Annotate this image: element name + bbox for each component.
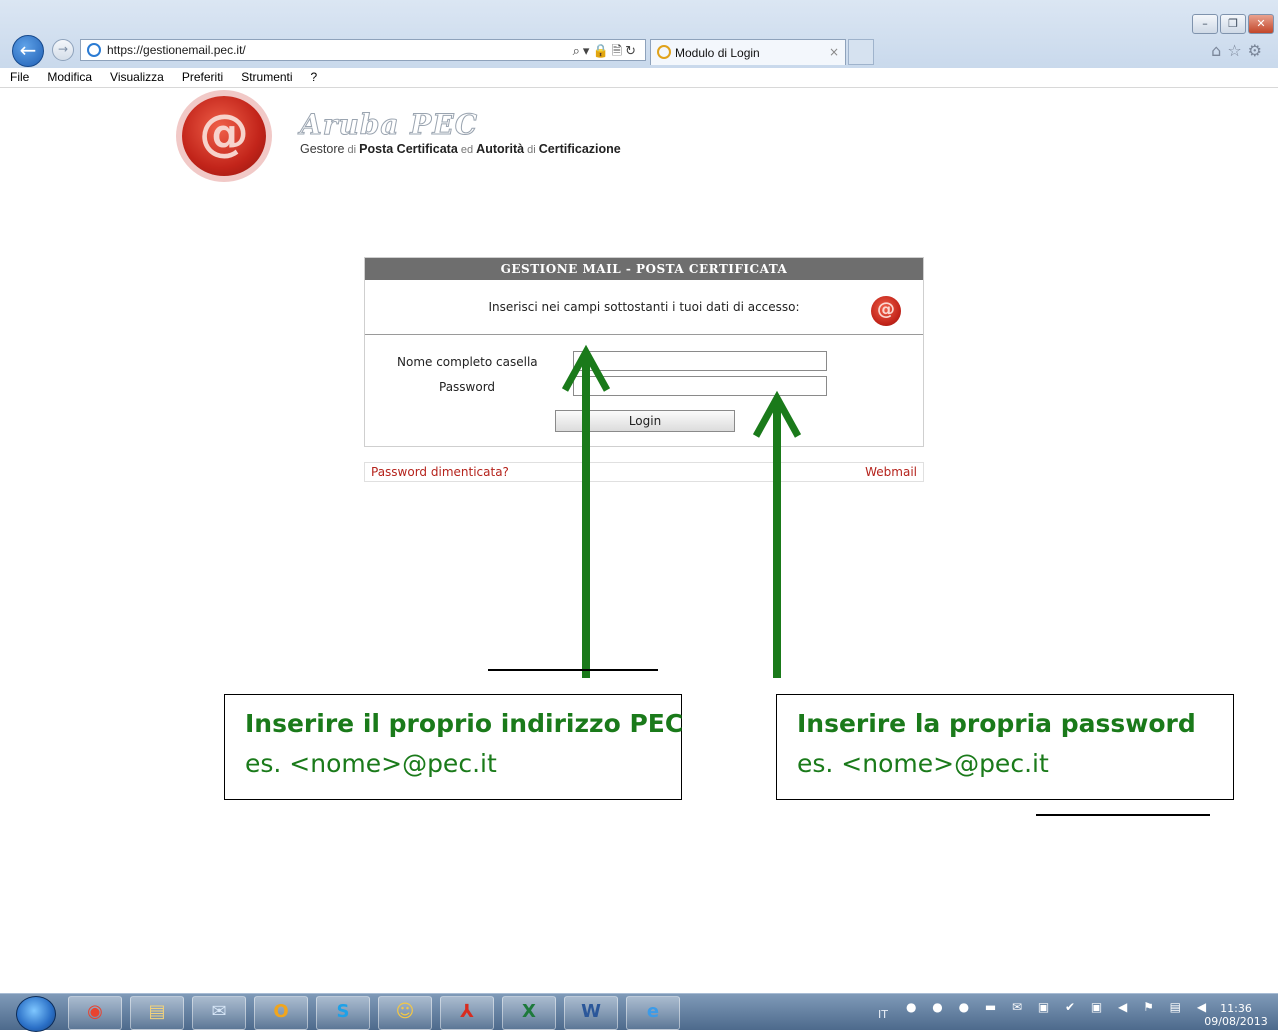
annotation-example: es. <nome>@pec.it	[797, 749, 1049, 778]
system-tray-icons[interactable]: ● ● ● ▬ ✉ ▣ ✔ ▣ ◀ ⚑ ▤ ◀	[906, 1000, 1212, 1014]
mailbox-label: Nome completo casella	[397, 355, 538, 369]
page-body	[10, 88, 1276, 993]
home-favorites-tools-icons[interactable]: ⌂☆⚙	[1211, 41, 1268, 60]
webmail-link[interactable]: Webmail	[865, 465, 917, 479]
menu-strumenti[interactable]: Strumenti	[231, 68, 300, 87]
password-input[interactable]	[573, 376, 827, 396]
ie-tab-icon	[657, 45, 671, 59]
annotation-title: Inserire la propria password	[797, 709, 1196, 738]
excel-icon[interactable]: X	[502, 996, 556, 1030]
mail-glyph: ✉	[211, 1001, 227, 1022]
internet-explorer-icon[interactable]: e	[626, 996, 680, 1030]
tagline-part: Autorità	[476, 142, 525, 156]
taskbar: ◉ ▤ ✉ O S ☺ ⅄ X W e IT ● ● ● ▬ ✉ ▣ ✔ ▣ ◀…	[0, 993, 1278, 1032]
file-explorer-icon[interactable]: ▤	[130, 996, 184, 1030]
back-arrow-icon[interactable]: ←	[12, 35, 44, 67]
excel-glyph: X	[522, 1001, 536, 1022]
tagline-part: ed	[457, 144, 477, 156]
brand-tagline: Gestore di Posta Certificata ed Autorità…	[300, 142, 621, 156]
login-button[interactable]: Login	[555, 410, 735, 432]
annotation-example: es. <nome>@pec.it	[245, 749, 497, 778]
outlook-express-icon[interactable]: ✉	[192, 996, 246, 1030]
outlook-icon[interactable]: O	[254, 996, 308, 1030]
clock[interactable]: 11:36 09/08/2013	[1196, 1002, 1276, 1028]
panel-intro: Inserisci nei campi sottostanti i tuoi d…	[365, 284, 923, 335]
login-panel: GESTIONE MAIL - POSTA CERTIFICATA Inseri…	[364, 257, 924, 447]
skype-glyph: S	[336, 1001, 350, 1022]
address-actions-icons[interactable]: ⌕▾🔒🗎↻	[573, 42, 639, 64]
start-button[interactable]	[16, 996, 56, 1032]
menu-file[interactable]: File	[0, 68, 37, 87]
menu-visualizza[interactable]: Visualizza	[100, 68, 172, 87]
url-text[interactable]: https://gestionemail.pec.it/	[107, 43, 246, 57]
tab-close-icon[interactable]: ×	[829, 45, 839, 59]
annotation-password: Inserire la propria password es. <nome>@…	[776, 694, 1234, 800]
annotation-title: Inserire il proprio indirizzo PEC	[245, 709, 684, 738]
tagline-part: Posta Certificata	[359, 142, 458, 156]
acrobat-icon[interactable]: ⅄	[440, 996, 494, 1030]
tagline-part: Gestore	[300, 142, 345, 156]
aruba-seal-logo: @	[182, 96, 266, 176]
language-indicator[interactable]: IT	[878, 1008, 888, 1021]
tagline-part: di	[344, 144, 360, 156]
window-controls: – ❐ ✕	[1192, 14, 1274, 34]
seal-icon: @	[871, 296, 901, 326]
skype-icon[interactable]: S	[316, 996, 370, 1030]
contacts-glyph: ☺	[395, 1001, 415, 1022]
tab-title: Modulo di Login	[675, 46, 760, 60]
browser-chrome: – ❐ ✕ ← → https://gestionemail.pec.it/ ⌕…	[0, 0, 1278, 69]
panel-header: GESTIONE MAIL - POSTA CERTIFICATA	[365, 258, 923, 280]
chrome-icon[interactable]: ◉	[68, 996, 122, 1030]
mailbox-input[interactable]	[573, 351, 827, 371]
ie-page-icon	[87, 43, 101, 57]
contacts-icon[interactable]: ☺	[378, 996, 432, 1030]
minimize-icon[interactable]: –	[1192, 14, 1218, 34]
menu-bar: File Modifica Visualizza Preferiti Strum…	[0, 68, 1278, 88]
intro-text: Inserisci nei campi sottostanti i tuoi d…	[488, 300, 800, 314]
outlook-glyph: O	[273, 1001, 289, 1022]
clock-date: 09/08/2013	[1204, 1015, 1268, 1028]
clock-time: 11:36	[1220, 1002, 1252, 1015]
word-icon[interactable]: W	[564, 996, 618, 1030]
forgot-password-link[interactable]: Password dimenticata?	[371, 465, 509, 479]
password-label: Password	[439, 380, 496, 394]
brand-title: Aruba PEC	[300, 108, 478, 142]
login-footer: Password dimenticata? Webmail	[364, 462, 924, 482]
word-glyph: W	[581, 1001, 601, 1022]
at-symbol-icon: @	[199, 104, 249, 162]
restore-icon[interactable]: ❐	[1220, 14, 1246, 34]
tab-login[interactable]: Modulo di Login ×	[650, 39, 846, 65]
annotation-mailbox: Inserire il proprio indirizzo PEC es. <n…	[224, 694, 684, 800]
ie-glyph: e	[646, 1001, 660, 1022]
menu-help[interactable]: ?	[301, 68, 326, 87]
tagline-part: Certificazione	[538, 142, 621, 156]
menu-modifica[interactable]: Modifica	[37, 68, 100, 87]
folder-glyph: ▤	[148, 1001, 166, 1022]
new-tab-button[interactable]	[848, 39, 874, 65]
tagline-part: di	[524, 144, 539, 156]
menu-preferiti[interactable]: Preferiti	[172, 68, 231, 87]
chrome-glyph: ◉	[87, 1001, 103, 1022]
forward-arrow-icon[interactable]: →	[52, 39, 74, 61]
close-icon[interactable]: ✕	[1248, 14, 1274, 34]
acrobat-glyph: ⅄	[460, 1001, 474, 1022]
address-bar[interactable]: https://gestionemail.pec.it/ ⌕▾🔒🗎↻	[80, 39, 646, 61]
